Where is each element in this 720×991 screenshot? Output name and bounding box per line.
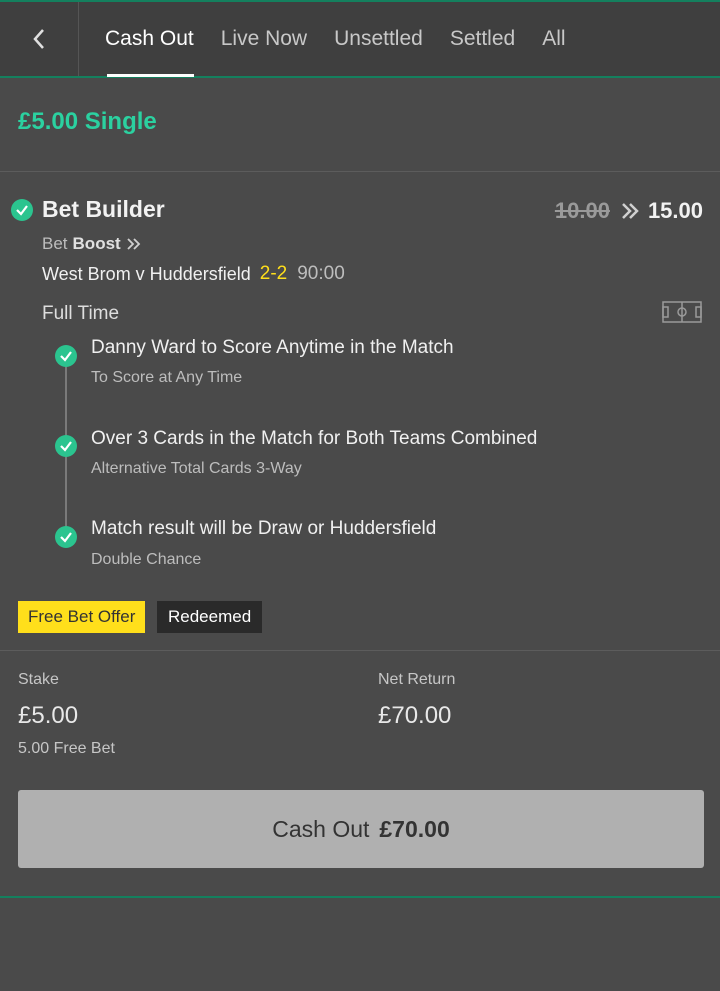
bet-tabs: Cash Out Live Now Unsettled Settled All [105, 2, 593, 77]
match-score: 2-2 [259, 263, 288, 284]
stake-value: £5.00 [18, 702, 79, 729]
boosted-odds-value: 15.00 [647, 198, 703, 223]
bet-type-title: £5.00 Single [18, 108, 157, 135]
top-navigation: Cash Out Live Now Unsettled Settled All [0, 0, 720, 78]
chevron-left-icon [33, 29, 44, 49]
match-name: West Brom v Huddersfield [42, 263, 251, 284]
match-info: West Brom v Huddersfield 2-2 90:00 [42, 263, 345, 285]
pitch-icon[interactable] [662, 301, 702, 323]
net-return-label: Net Return [378, 671, 456, 688]
selection-title: Over 3 Cards in the Match for Both Teams… [91, 428, 538, 449]
bet-boost-label: Bet Boost [42, 234, 142, 254]
tab-settled[interactable]: Settled [450, 2, 515, 76]
boost-prefix: Bet [42, 234, 68, 253]
free-bet-note: 5.00 Free Bet [18, 740, 115, 757]
cash-out-label: Cash Out [272, 815, 370, 842]
net-return-value: £70.00 [378, 702, 452, 729]
tab-unsettled[interactable]: Unsettled [334, 2, 423, 76]
divider [0, 896, 720, 898]
selection-subtitle: Alternative Total Cards 3-Way [91, 460, 302, 477]
boosted-odds: 10.00 15.00 [555, 198, 703, 224]
selection-title: Match result will be Draw or Huddersfiel… [91, 518, 437, 539]
market-period: Full Time [42, 303, 120, 324]
tab-cash-out[interactable]: Cash Out [105, 2, 194, 77]
stake-label: Stake [18, 671, 59, 688]
tab-all[interactable]: All [542, 2, 565, 76]
divider [0, 650, 720, 651]
check-circle-icon [55, 435, 77, 457]
back-button[interactable] [0, 2, 79, 76]
check-circle-icon [55, 526, 77, 548]
redeemed-badge: Redeemed [157, 601, 263, 633]
selection-title: Danny Ward to Score Anytime in the Match [91, 337, 454, 358]
match-clock: 90:00 [297, 263, 345, 284]
tab-live-now[interactable]: Live Now [221, 2, 307, 76]
selection-subtitle: Double Chance [91, 551, 202, 568]
selection-subtitle: To Score at Any Time [91, 369, 243, 386]
free-bet-offer-badge: Free Bet Offer [18, 601, 146, 633]
original-odds: 10.00 [554, 198, 610, 223]
divider [0, 171, 720, 172]
cash-out-amount: £70.00 [379, 815, 450, 842]
bet-builder-title: Bet Builder [42, 196, 165, 222]
check-circle-icon [55, 345, 77, 367]
double-chevron-right-icon [620, 202, 640, 220]
cash-out-button[interactable]: Cash Out £70.00 [18, 790, 704, 868]
double-chevron-right-icon [127, 238, 140, 250]
check-circle-icon [11, 199, 33, 221]
boost-word: Boost [72, 234, 121, 253]
